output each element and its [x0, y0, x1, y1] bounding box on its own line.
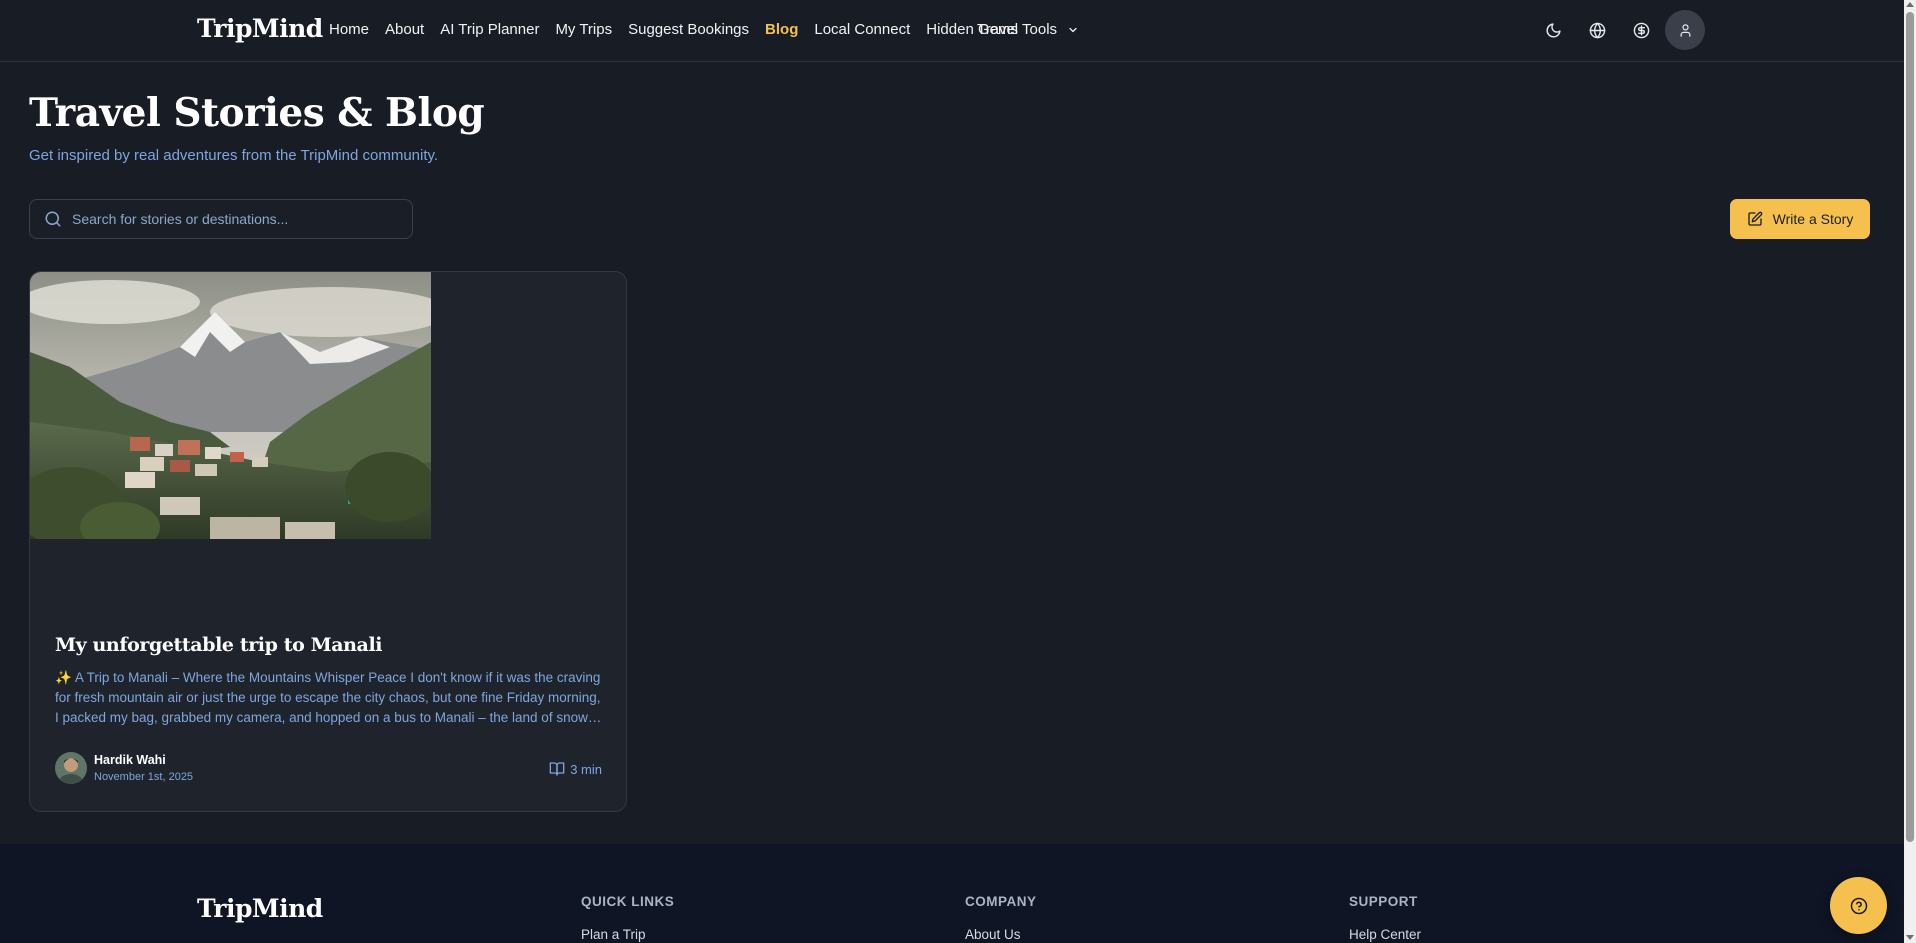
post-date: November 1st, 2025 [94, 771, 194, 783]
post-title[interactable]: My unforgettable trip to Manali [55, 634, 382, 656]
globe-icon [1589, 22, 1605, 38]
nav-link-suggest-bookings[interactable]: Suggest Bookings [628, 21, 749, 38]
top-navbar: TripMind Home About AI Trip Planner My T… [0, 0, 1904, 62]
chevron-down-icon [1069, 27, 1077, 32]
nav-link-home[interactable]: Home [329, 21, 369, 38]
footer-heading: SUPPORT [1349, 894, 1418, 909]
user-icon [1680, 23, 1690, 37]
scroll-up-arrow-icon[interactable] [1906, 2, 1914, 7]
nav-link-my-trips[interactable]: My Trips [555, 21, 612, 38]
page-subtitle: Get inspired by real adventures from the… [29, 147, 439, 164]
search-box [29, 199, 413, 239]
post-excerpt: ✨ A Trip to Manali – Where the Mountains… [55, 670, 601, 725]
help-button[interactable] [1830, 877, 1887, 934]
read-time: 3 min [549, 761, 602, 777]
author-name: Hardik Wahi [94, 753, 166, 767]
footer-column-quick-links: QUICK LINKS Plan a Trip [581, 894, 674, 942]
user-menu-button[interactable] [1665, 10, 1705, 50]
language-button[interactable] [1577, 10, 1617, 50]
avatar [55, 752, 87, 784]
dollar-icon [1633, 22, 1649, 38]
blog-post-card[interactable]: My unforgettable trip to Manali ✨ A Trip… [29, 271, 627, 812]
footer-column-company: COMPANY About Us [965, 894, 1037, 942]
help-circle-icon [1850, 897, 1867, 914]
read-time-label: 3 min [570, 761, 602, 777]
scrollbar-thumb[interactable] [1906, 12, 1914, 842]
theme-toggle-button[interactable] [1533, 10, 1573, 50]
nav-links: Home About AI Trip Planner My Trips Sugg… [329, 21, 1034, 38]
nav-link-about[interactable]: About [385, 21, 424, 38]
write-story-button[interactable]: Write a Story [1730, 199, 1870, 239]
moon-icon [1546, 22, 1561, 37]
footer-link[interactable]: Plan a Trip [581, 927, 674, 942]
footer-column-support: SUPPORT Help Center [1349, 894, 1421, 942]
footer-link[interactable]: Help Center [1349, 927, 1421, 942]
footer: TripMind QUICK LINKS Plan a Trip COMPANY… [0, 844, 1904, 943]
post-cover-image[interactable] [30, 272, 431, 539]
search-input[interactable] [72, 211, 392, 227]
nav-link-blog[interactable]: Blog [765, 21, 798, 38]
nav-link-local-connect[interactable]: Local Connect [814, 21, 910, 38]
scroll-down-arrow-icon[interactable] [1906, 935, 1914, 940]
travel-tools-label: Travel Tools [977, 21, 1058, 38]
currency-button[interactable] [1621, 10, 1661, 50]
nav-link-ai-trip-planner[interactable]: AI Trip Planner [440, 21, 539, 38]
footer-brand-logo[interactable]: TripMind [197, 894, 323, 923]
brand-logo[interactable]: TripMind [197, 14, 323, 43]
footer-heading: COMPANY [965, 894, 1037, 909]
footer-heading: QUICK LINKS [581, 894, 675, 909]
nav-icon-group [1533, 10, 1709, 50]
search-icon [45, 211, 61, 227]
travel-tools-dropdown[interactable]: Travel Tools [977, 21, 1079, 38]
page-title: Travel Stories & Blog [29, 90, 485, 136]
write-story-label: Write a Story [1772, 211, 1854, 227]
footer-link[interactable]: About Us [965, 927, 1037, 942]
book-open-icon [549, 762, 565, 776]
edit-icon [1748, 211, 1762, 226]
